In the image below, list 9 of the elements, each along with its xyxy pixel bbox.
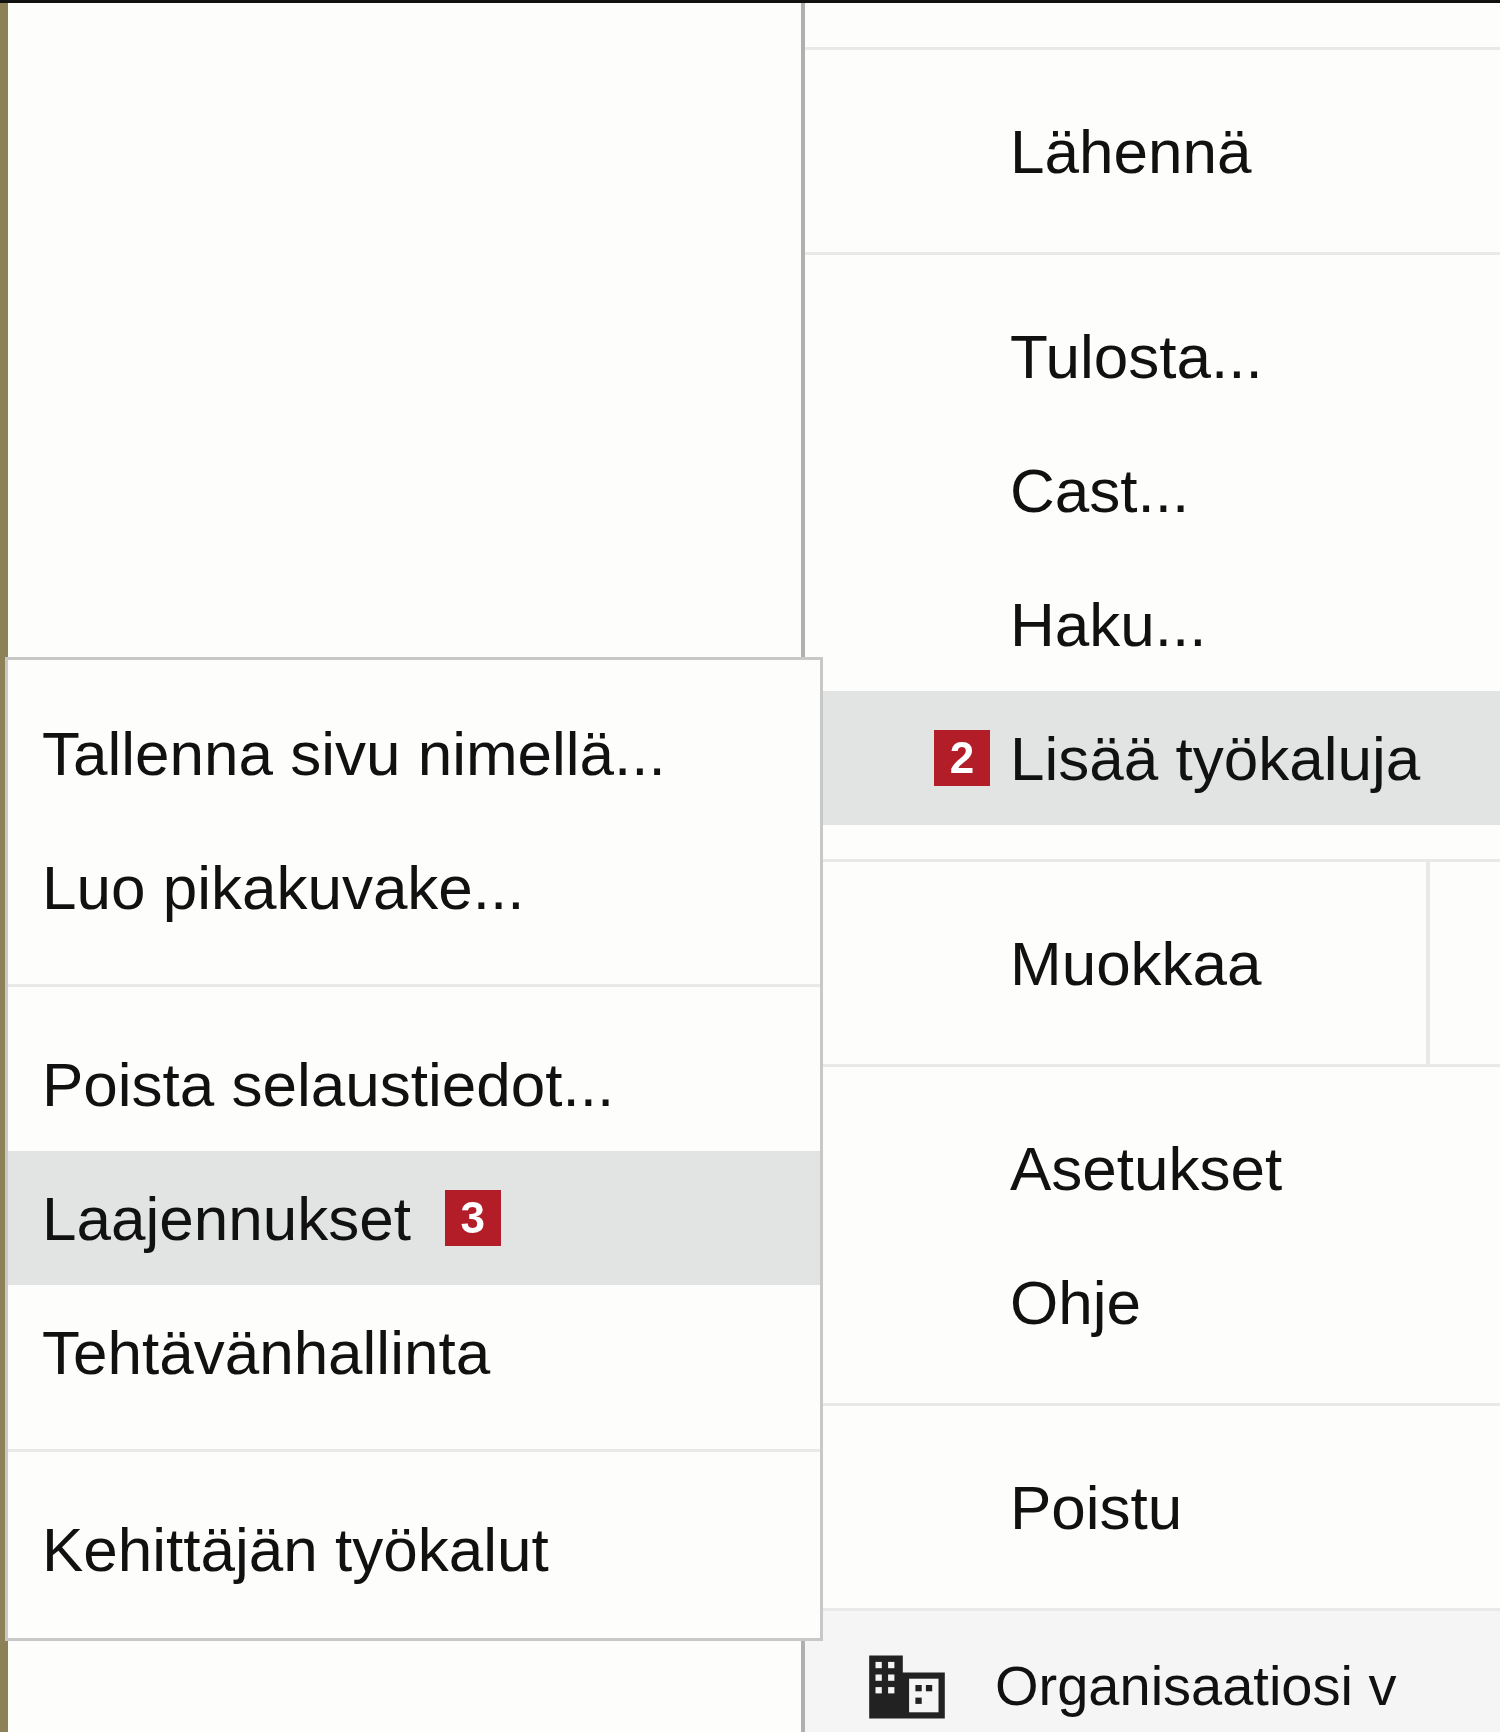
menu-item[interactable]: Tulosta...	[805, 289, 1500, 423]
notification-badge: 2	[934, 730, 990, 786]
menu-item[interactable]: Cast...	[805, 423, 1500, 557]
menu-item[interactable]: Lähennä	[805, 84, 1500, 218]
notice-text: Organisaatiosi v	[995, 1652, 1397, 1718]
menu-item[interactable]: Kehittäjän työkalut	[8, 1482, 820, 1616]
menu-item[interactable]: Tehtävänhallinta	[8, 1285, 820, 1419]
menu-item[interactable]: Laajennukset 3	[8, 1151, 820, 1285]
notification-badge: 3	[444, 1190, 501, 1246]
